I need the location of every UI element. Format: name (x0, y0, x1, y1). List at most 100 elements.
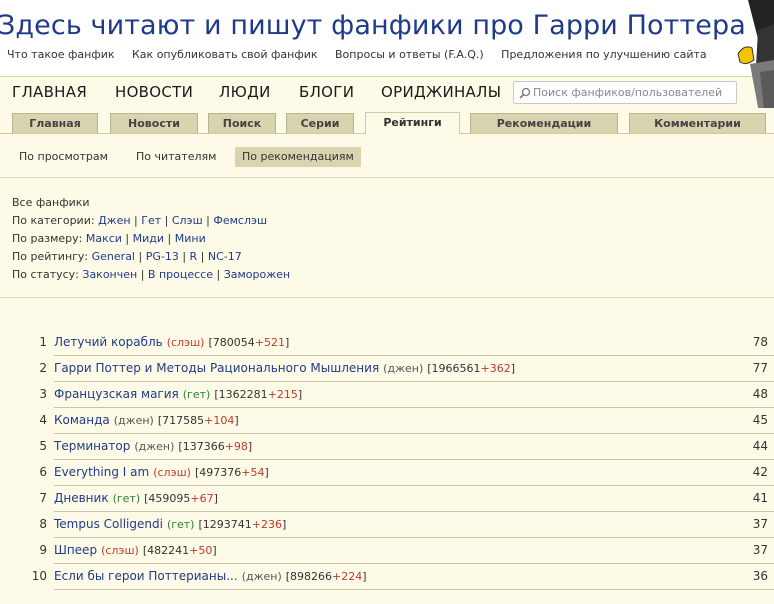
view-count: 1966561 (431, 362, 481, 375)
fanfic-title-link[interactable]: Если бы герои Поттерианы... (54, 569, 238, 583)
nav-blogs[interactable]: БЛОГИ (299, 83, 354, 101)
fanfic-title-link[interactable]: Everything I am (54, 465, 149, 479)
view-delta: +224 (332, 570, 363, 583)
view-count: 780054 (212, 336, 255, 349)
filter-rating-row: По рейтингу: General | PG-13 | R | NC-17 (12, 250, 242, 263)
filter-category-row: По категории: Джен | Гет | Слэш | Фемслэ… (12, 214, 268, 227)
recommendation-score: 37 (752, 543, 768, 557)
fanfic-title-link[interactable]: Терминатор (54, 439, 130, 453)
ranking-subnav: По просмотрам По читателям По рекомендац… (0, 134, 774, 178)
view-stats: [1293741+236] (198, 518, 287, 531)
site-title[interactable]: Здесь читают и пишут фанфики про Гарри П… (0, 10, 746, 41)
fanfic-title-link[interactable]: Гарри Поттер и Методы Рационального Мышл… (54, 361, 379, 375)
ranking-row: 4 Команда (джен) [717585+104] 45 (0, 408, 774, 434)
nav-originals[interactable]: ОРИДЖИНАЛЫ (381, 83, 501, 101)
filter-status-in-progress[interactable]: В процессе (148, 268, 213, 281)
view-count: 1293741 (202, 518, 252, 531)
filter-size-midi[interactable]: Миди (133, 232, 164, 245)
tab-main[interactable]: Главная (12, 113, 98, 133)
filter-size-label: По размеру: (12, 232, 83, 245)
view-stats: [898266+224] (285, 570, 367, 583)
rank-number: 9 (39, 543, 47, 557)
filter-status-finished[interactable]: Закончен (82, 268, 137, 281)
filter-category-slash[interactable]: Слэш (172, 214, 203, 227)
subnav-by-recommendations[interactable]: По рекомендациям (235, 147, 361, 167)
filter-status-frozen[interactable]: Заморожен (224, 268, 290, 281)
view-delta: +67 (190, 492, 214, 505)
filter-status-row: По статусу: Закончен | В процессе | Замо… (12, 268, 291, 281)
view-stats: [717585+104] (157, 414, 239, 427)
filters-panel: Все фанфики По категории: Джен | Гет | С… (0, 178, 774, 298)
filter-all-row: Все фанфики (12, 194, 774, 212)
view-stats: [780054+521] (208, 336, 290, 349)
view-stats: [137366+98] (178, 440, 253, 453)
filter-category-label: По категории: (12, 214, 95, 227)
subnav-by-views[interactable]: По просмотрам (12, 147, 115, 167)
tab-recommendations[interactable]: Рекомендации (470, 113, 618, 133)
fanfic-title-link[interactable]: Tempus Colligendi (54, 517, 163, 531)
tab-search[interactable]: Поиск (208, 113, 276, 133)
rank-number: 2 (39, 361, 47, 375)
ranking-row: 2 Гарри Поттер и Методы Рационального Мы… (0, 356, 774, 382)
nav-main[interactable]: ГЛАВНАЯ (12, 83, 87, 101)
recommendation-score: 77 (752, 361, 768, 375)
category-tag: (гет) (166, 518, 195, 531)
nav-people[interactable]: ЛЮДИ (219, 83, 271, 101)
view-delta: +521 (254, 336, 285, 349)
view-stats: [1966561+362] (427, 362, 516, 375)
filter-category-het[interactable]: Гет (141, 214, 161, 227)
fanfic-title-link[interactable]: Шпеер (54, 543, 97, 557)
link-faq[interactable]: Вопросы и ответы (F.A.Q.) (335, 48, 484, 61)
category-tag: (джен) (134, 440, 175, 453)
ranking-row: 10 Если бы герои Поттерианы... (джен) [898… (0, 564, 774, 590)
fanfic-title-link[interactable]: Французская магия (54, 387, 179, 401)
link-how-to-publish[interactable]: Как опубликовать свой фанфик (132, 48, 318, 61)
nav-news[interactable]: НОВОСТИ (115, 83, 193, 101)
filter-category-femslash[interactable]: Фемслэш (213, 214, 267, 227)
view-stats: [497376+54] (194, 466, 269, 479)
fanfic-title-link[interactable]: Летучий корабль (54, 335, 163, 349)
recommendation-score: 48 (752, 387, 768, 401)
fanfic-title-link[interactable]: Команда (54, 413, 110, 427)
category-tag: (гет) (182, 388, 211, 401)
view-delta: +236 (251, 518, 282, 531)
filter-rating-pg13[interactable]: PG-13 (146, 250, 179, 263)
tab-series[interactable]: Серии (286, 113, 354, 133)
filter-category-gen[interactable]: Джен (98, 214, 130, 227)
link-what-is-fanfic[interactable]: Что такое фанфик (7, 48, 115, 61)
ranking-row: 8 Tempus Colligendi (гет) [1293741+236] 37 (0, 512, 774, 538)
filter-size-maxi[interactable]: Макси (86, 232, 122, 245)
category-tag: (джен) (383, 362, 424, 375)
main-nav: ГЛАВНАЯ НОВОСТИ ЛЮДИ БЛОГИ ОРИДЖИНАЛЫ По… (0, 76, 774, 108)
recommendation-score: 44 (752, 439, 768, 453)
tab-news[interactable]: Новости (110, 113, 198, 133)
category-tag: (слэш) (166, 336, 205, 349)
filter-size-mini[interactable]: Мини (175, 232, 206, 245)
view-delta: +54 (241, 466, 265, 479)
link-suggestions[interactable]: Предложения по улучшению сайта (501, 48, 707, 61)
search-input[interactable]: Поиск фанфиков/пользователей (513, 81, 737, 104)
recommendation-score: 78 (752, 335, 768, 349)
subnav-by-readers[interactable]: По читателям (129, 147, 223, 167)
filter-rating-nc17[interactable]: NC-17 (208, 250, 242, 263)
filter-rating-label: По рейтингу: (12, 250, 89, 263)
recommendation-score: 42 (752, 465, 768, 479)
view-stats: [482241+50] (142, 544, 217, 557)
tab-ratings[interactable]: Рейтинги (365, 112, 460, 135)
ranking-list: 1 Летучий корабль (слэш) [780054+521] 78 2… (0, 298, 774, 604)
category-tag: (слэш) (101, 544, 139, 557)
fanfic-title-link[interactable]: Дневник (54, 491, 109, 505)
view-delta: +215 (267, 388, 298, 401)
rank-number: 1 (39, 335, 47, 349)
recommendation-score: 36 (752, 569, 768, 583)
view-count: 898266 (290, 570, 333, 583)
category-tag: (джен) (241, 570, 282, 583)
view-count: 459095 (148, 492, 191, 505)
ranking-row: 6 Everything I am (слэш) [497376+54] 42 (0, 460, 774, 486)
row-divider (54, 589, 774, 590)
rank-number: 10 (31, 569, 47, 583)
category-tag: (джен) (113, 414, 154, 427)
filter-all[interactable]: Все фанфики (12, 196, 90, 209)
tab-comments[interactable]: Комментарии (629, 113, 766, 133)
filter-rating-general[interactable]: General (92, 250, 135, 263)
